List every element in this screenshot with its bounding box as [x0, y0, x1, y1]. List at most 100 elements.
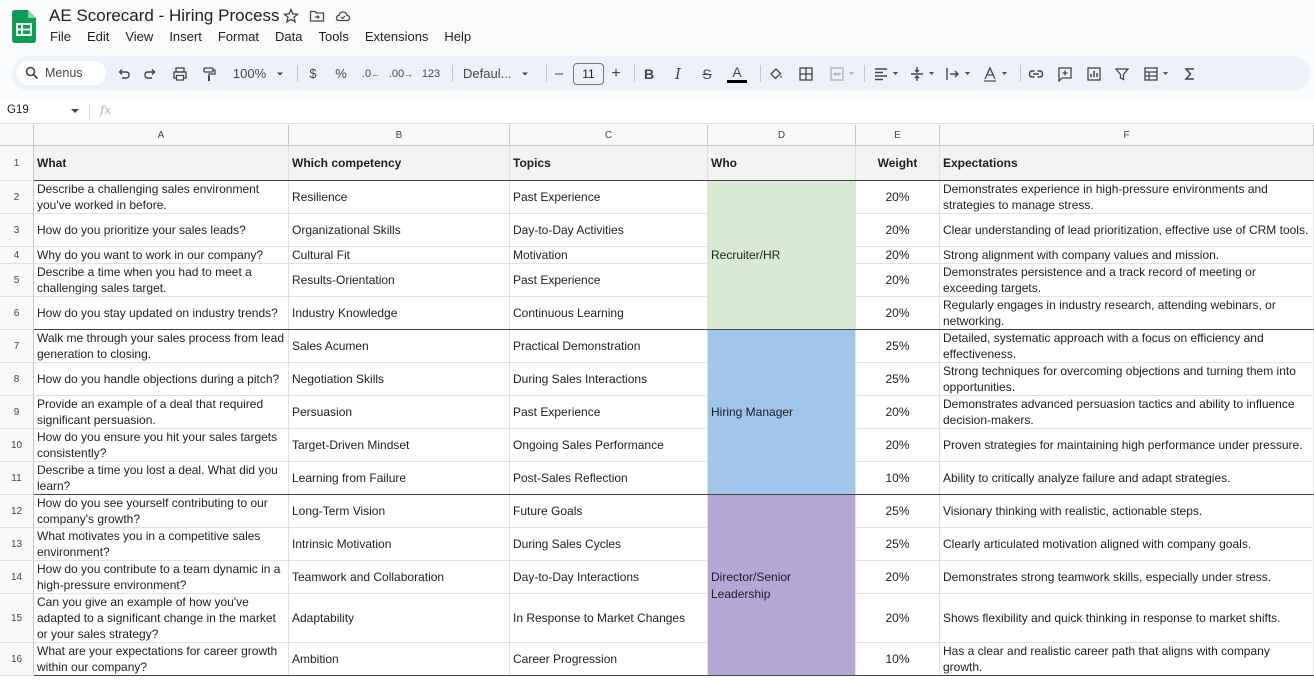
row-header[interactable]: 11	[0, 462, 34, 495]
cell-what[interactable]: What are your expectations for career gr…	[34, 643, 289, 676]
row-header[interactable]: 12	[0, 495, 34, 528]
cell-expectations[interactable]: Proven strategies for maintaining high p…	[940, 429, 1314, 462]
vertical-align-button[interactable]	[908, 56, 936, 91]
column-header[interactable]: F	[940, 125, 1314, 146]
cell-topics[interactable]: Day-to-Day Activities	[510, 214, 708, 247]
cell-competency[interactable]: Target-Driven Mindset	[289, 429, 510, 462]
undo-button[interactable]	[114, 56, 134, 91]
cell-expectations[interactable]: Demonstrates advanced persuasion tactics…	[940, 396, 1314, 429]
row-header[interactable]: 1	[0, 146, 34, 181]
menus-search[interactable]: Menus	[16, 61, 106, 85]
text-wrapping-button[interactable]	[944, 56, 972, 91]
text-color-button[interactable]: A	[725, 56, 749, 91]
column-header[interactable]: C	[510, 125, 708, 146]
cell-what[interactable]: How do you ensure you hit your sales tar…	[34, 429, 289, 462]
row-header[interactable]: 2	[0, 181, 34, 214]
cell-expectations[interactable]: Clearly articulated motivation aligned w…	[940, 528, 1314, 561]
cell-competency[interactable]: Cultural Fit	[289, 247, 510, 264]
cell-competency[interactable]: Adaptability	[289, 594, 510, 643]
cell-weight[interactable]: 20%	[856, 264, 940, 297]
cell-competency[interactable]: Persuasion	[289, 396, 510, 429]
cell-competency[interactable]: Negotiation Skills	[289, 363, 510, 396]
redo-button[interactable]	[140, 56, 160, 91]
insert-chart-button[interactable]	[1084, 56, 1104, 91]
name-box[interactable]: G19	[7, 104, 29, 116]
row-header[interactable]: 5	[0, 264, 34, 297]
cell-what[interactable]: Provide an example of a deal that requir…	[34, 396, 289, 429]
italic-button[interactable]: I	[670, 56, 686, 91]
cell-weight[interactable]: 20%	[856, 181, 940, 214]
column-header[interactable]: B	[289, 125, 510, 146]
cell-competency[interactable]: Long-Term Vision	[289, 495, 510, 528]
cell-expectations[interactable]: Ability to critically analyze failure an…	[940, 462, 1314, 495]
cell-expectations[interactable]: Detailed, systematic approach with a foc…	[940, 330, 1314, 363]
cell-what[interactable]: Walk me through your sales process from …	[34, 330, 289, 363]
row-header[interactable]: 15	[0, 594, 34, 643]
menu-data[interactable]: Data	[275, 29, 302, 45]
decrease-decimal-button[interactable]: .0 ←	[359, 56, 383, 91]
menu-edit[interactable]: Edit	[87, 29, 109, 45]
cell-expectations[interactable]: Demonstrates strong teamwork skills, esp…	[940, 561, 1314, 594]
row-header[interactable]: 4	[0, 247, 34, 264]
header-cell-weight[interactable]: Weight	[856, 146, 940, 181]
row-header[interactable]: 7	[0, 330, 34, 363]
cell-weight[interactable]: 20%	[856, 594, 940, 643]
move-folder-icon[interactable]	[309, 8, 325, 24]
cell-competency[interactable]: Sales Acumen	[289, 330, 510, 363]
cell-expectations[interactable]: Visionary thinking with realistic, actio…	[940, 495, 1314, 528]
cell-topics[interactable]: Continuous Learning	[510, 297, 708, 330]
cell-expectations[interactable]: Regularly engages in industry research, …	[940, 297, 1314, 330]
sheets-logo-icon[interactable]	[12, 10, 36, 43]
functions-button[interactable]	[1180, 56, 1200, 91]
cell-topics[interactable]: Past Experience	[510, 396, 708, 429]
cell-weight[interactable]: 25%	[856, 495, 940, 528]
row-header[interactable]: 3	[0, 214, 34, 247]
cell-what[interactable]: Can you give an example of how you've ad…	[34, 594, 289, 643]
cell-topics[interactable]: Past Experience	[510, 181, 708, 214]
column-header[interactable]: D	[708, 125, 856, 146]
cell-what[interactable]: How do you stay updated on industry tren…	[34, 297, 289, 330]
column-header[interactable]: A	[34, 125, 289, 146]
cell-competency[interactable]: Teamwork and Collaboration	[289, 561, 510, 594]
cell-weight[interactable]: 10%	[856, 643, 940, 676]
row-header[interactable]: 9	[0, 396, 34, 429]
cell-expectations[interactable]: Clear understanding of lead prioritizati…	[940, 214, 1314, 247]
cell-competency[interactable]: Industry Knowledge	[289, 297, 510, 330]
zoom-select[interactable]: 100%	[230, 56, 288, 91]
cell-weight[interactable]: 20%	[856, 561, 940, 594]
create-filter-button[interactable]	[1112, 56, 1132, 91]
cell-weight[interactable]: 10%	[856, 462, 940, 495]
cell-what[interactable]: How do you see yourself contributing to …	[34, 495, 289, 528]
menu-format[interactable]: Format	[218, 29, 259, 45]
cell-weight[interactable]: 20%	[856, 214, 940, 247]
cell-expectations[interactable]: Strong alignment with company values and…	[940, 247, 1314, 264]
horizontal-align-button[interactable]	[872, 56, 900, 91]
menu-file[interactable]: File	[50, 29, 71, 45]
cell-topics[interactable]: Day-to-Day Interactions	[510, 561, 708, 594]
cell-topics[interactable]: Motivation	[510, 247, 708, 264]
cell-expectations[interactable]: Demonstrates experience in high-pressure…	[940, 181, 1314, 214]
cell-weight[interactable]: 20%	[856, 247, 940, 264]
menu-tools[interactable]: Tools	[318, 29, 348, 45]
merge-cells-button[interactable]	[824, 56, 860, 91]
who-group-cell[interactable]: Director/Senior Leadership	[708, 495, 856, 676]
row-header[interactable]: 8	[0, 363, 34, 396]
formula-input[interactable]	[120, 102, 1300, 122]
cell-weight[interactable]: 20%	[856, 297, 940, 330]
bold-button[interactable]: B	[641, 56, 657, 91]
cell-expectations[interactable]: Has a clear and realistic career path th…	[940, 643, 1314, 676]
cell-expectations[interactable]: Demonstrates persistence and a track rec…	[940, 264, 1314, 297]
menu-help[interactable]: Help	[444, 29, 471, 45]
cell-competency[interactable]: Organizational Skills	[289, 214, 510, 247]
cell-expectations[interactable]: Shows flexibility and quick thinking in …	[940, 594, 1314, 643]
cell-what[interactable]: Describe a time you lost a deal. What di…	[34, 462, 289, 495]
row-header[interactable]: 13	[0, 528, 34, 561]
cell-competency[interactable]: Resilience	[289, 181, 510, 214]
cell-topics[interactable]: In Response to Market Changes	[510, 594, 708, 643]
cell-what[interactable]: How do you handle objections during a pi…	[34, 363, 289, 396]
cloud-status-icon[interactable]	[335, 8, 351, 24]
menu-view[interactable]: View	[125, 29, 153, 45]
cell-what[interactable]: Describe a time when you had to meet a c…	[34, 264, 289, 297]
cell-topics[interactable]: Past Experience	[510, 264, 708, 297]
header-cell-topics[interactable]: Topics	[510, 146, 708, 181]
